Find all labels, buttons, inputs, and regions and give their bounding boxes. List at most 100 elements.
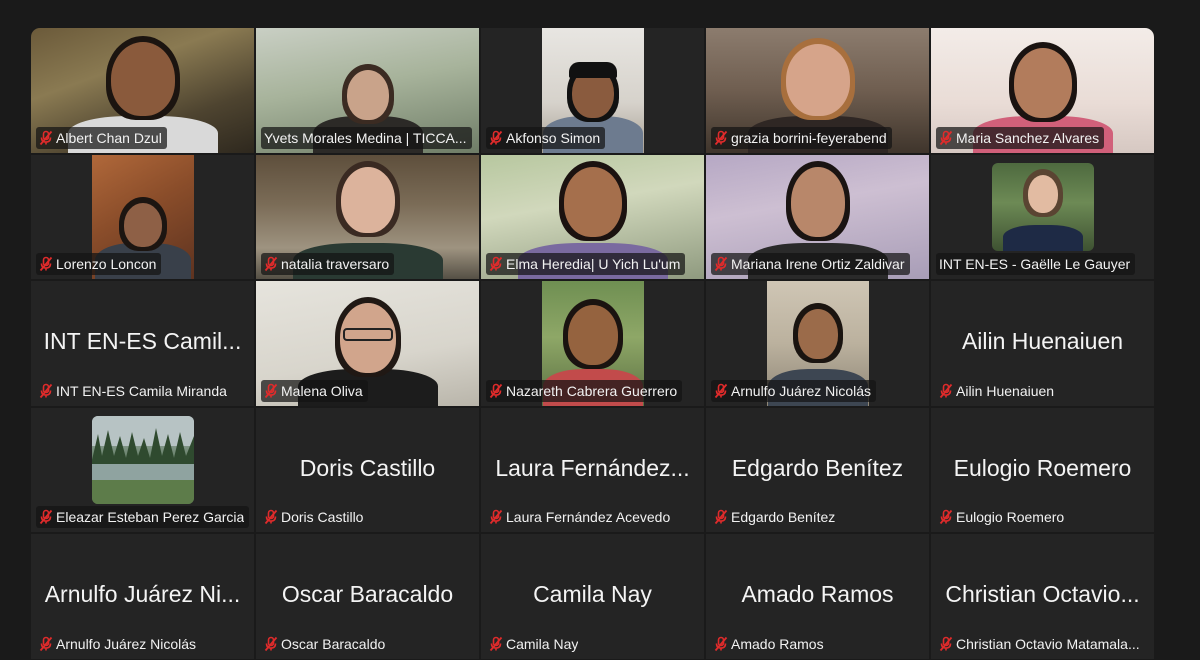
participant-video — [991, 162, 1094, 251]
mic-off-icon — [264, 636, 278, 652]
participant-tile[interactable]: Nazareth Cabrera Guerrero — [480, 280, 705, 407]
profile-picture-landscape — [91, 415, 194, 504]
participant-name: Elma Heredia| U Yich Lu'um — [506, 256, 681, 272]
participant-display-name: Eulogio Roemero — [953, 454, 1132, 481]
participant-figure — [1002, 163, 1083, 251]
mic-off-icon — [714, 256, 728, 272]
participant-name: Amado Ramos — [731, 635, 824, 652]
participant-display-name: Amado Ramos — [741, 581, 894, 607]
participant-tile[interactable]: Doris Castillo Doris Castillo — [255, 406, 480, 533]
participant-tile[interactable]: Eleazar Esteban Perez Garcia — [30, 406, 255, 533]
participant-tile[interactable]: Christian Octavio... Christian Octavio Ma… — [930, 533, 1155, 660]
participant-display-name: Ailin Huenaiuen — [961, 328, 1124, 354]
participant-tile[interactable]: INT EN-ES Camil... INT EN-ES Camila Miran… — [30, 280, 255, 407]
participant-name-label: INT EN-ES - Gaëlle Le Gauyer — [936, 253, 1136, 275]
participant-name-label: INT EN-ES Camila Miranda — [36, 380, 232, 402]
mic-off-icon — [39, 383, 53, 399]
participant-name: Arnulfo Juárez Nicolás — [731, 382, 872, 399]
participant-tile[interactable]: Laura Fernández... Laura Fernández Aceved… — [480, 406, 705, 533]
participant-tile[interactable]: Ailin Huenaiuen Ailin Huenaiuen — [930, 280, 1155, 407]
mic-off-icon — [264, 256, 278, 272]
participant-name-label: Doris Castillo — [261, 506, 368, 528]
participant-name: INT EN-ES - Gaëlle Le Gauyer — [939, 256, 1131, 272]
participant-tile[interactable]: Amado Ramos Amado Ramos — [705, 533, 930, 660]
participant-name-label: Malena Oliva — [261, 379, 368, 402]
participant-name-label: Arnulfo Juárez Nicolás — [711, 379, 877, 402]
participant-display-name: Camila Nay — [533, 581, 652, 607]
participant-name: Lorenzo Loncon — [56, 256, 157, 272]
participant-tile[interactable]: natalia traversaro — [255, 153, 480, 280]
participant-tile[interactable]: Lorenzo Loncon — [30, 153, 255, 280]
mic-off-icon — [39, 130, 53, 146]
mic-off-icon — [489, 130, 503, 146]
participant-name-label: Oscar Baracaldo — [261, 633, 390, 655]
participant-tile[interactable]: Albert Chan Dzul — [30, 27, 255, 154]
participant-tile[interactable]: Eulogio Roemero Eulogio Roemero — [930, 406, 1155, 533]
participant-display-name: Laura Fernández... — [495, 454, 690, 481]
participant-tile[interactable]: grazia borrini-feyerabend — [705, 27, 930, 154]
participant-tile[interactable]: Akfonso Simon — [480, 27, 705, 154]
participant-name: Malena Oliva — [281, 382, 363, 399]
participant-name: Yvets Morales Medina | TICCA... — [264, 129, 467, 146]
mic-off-icon — [489, 256, 503, 272]
participant-name-label: Akfonso Simon — [486, 126, 606, 149]
participant-tile[interactable]: Elma Heredia| U Yich Lu'um — [480, 153, 705, 280]
participant-name-label: Lorenzo Loncon — [36, 253, 162, 275]
participant-tile[interactable]: Mariana Irene Ortiz Zaldivar — [705, 153, 930, 280]
participant-name-label: Laura Fernández Acevedo — [486, 506, 675, 528]
participant-tile[interactable]: Oscar Baracaldo Oscar Baracaldo — [255, 533, 480, 660]
mic-off-icon — [489, 509, 503, 525]
mic-off-icon — [489, 383, 503, 399]
participant-name: Edgardo Benítez — [731, 509, 836, 525]
mic-off-icon — [264, 383, 278, 399]
participant-tile[interactable]: Yvets Morales Medina | TICCA... — [255, 27, 480, 154]
mic-off-icon — [939, 509, 953, 525]
participant-display-name: Edgardo Benítez — [731, 454, 904, 481]
participant-name: grazia borrini-feyerabend — [731, 129, 887, 146]
participant-name-label: Edgardo Benítez — [711, 506, 840, 528]
mic-off-icon — [939, 636, 953, 652]
participant-name-label: Eleazar Esteban Perez Garcia — [36, 506, 250, 528]
participant-name-label: Amado Ramos — [711, 633, 829, 655]
participant-display-name: Oscar Baracaldo — [281, 581, 454, 607]
participant-name: Eleazar Esteban Perez Garcia — [56, 509, 245, 525]
participant-display-name: Doris Castillo — [299, 454, 436, 481]
participant-name-label: Yvets Morales Medina | TICCA... — [261, 126, 472, 149]
participant-tile[interactable]: Malena Oliva — [255, 280, 480, 407]
participant-name: Mariana Irene Ortiz Zaldivar — [731, 256, 905, 272]
participant-tile[interactable]: Edgardo Benítez Edgardo Benítez — [705, 406, 930, 533]
mic-off-icon — [39, 509, 53, 525]
mic-off-icon — [264, 509, 278, 525]
participant-name: natalia traversaro — [281, 256, 390, 272]
participant-name: Doris Castillo — [281, 509, 364, 525]
participant-gallery: Albert Chan Dzul Yvets Morales Medina | T… — [30, 27, 1155, 660]
participant-name: Arnulfo Juárez Nicolás — [56, 635, 197, 652]
participant-name: Oscar Baracaldo — [281, 635, 386, 652]
mic-off-icon — [714, 509, 728, 525]
participant-tile[interactable]: Camila Nay Camila Nay — [480, 533, 705, 660]
participant-name: Camila Nay — [506, 635, 579, 652]
participant-tile[interactable]: Maria Sanchez Alvares — [930, 27, 1155, 154]
mic-off-icon — [939, 130, 953, 146]
participant-name-label: Nazareth Cabrera Guerrero — [486, 379, 683, 402]
participant-name: Laura Fernández Acevedo — [506, 509, 671, 525]
participant-video — [91, 415, 194, 504]
participant-name: Ailin Huenaiuen — [956, 382, 1055, 399]
participant-tile[interactable]: INT EN-ES - Gaëlle Le Gauyer — [930, 153, 1155, 280]
participant-name-label: Elma Heredia| U Yich Lu'um — [486, 253, 686, 275]
mic-off-icon — [714, 130, 728, 146]
participant-display-name: INT EN-ES Camil... — [43, 328, 242, 354]
participant-name-label: Ailin Huenaiuen — [936, 380, 1059, 402]
video-call-window: Albert Chan Dzul Yvets Morales Medina | T… — [0, 0, 1200, 660]
participant-name: Maria Sanchez Alvares — [956, 129, 1100, 146]
participant-name-label: Maria Sanchez Alvares — [936, 126, 1105, 149]
mic-off-icon — [489, 636, 503, 652]
participant-name: INT EN-ES Camila Miranda — [56, 382, 227, 399]
participant-tile[interactable]: Arnulfo Juárez Nicolás — [705, 280, 930, 407]
participant-name: Nazareth Cabrera Guerrero — [506, 382, 678, 399]
participant-name-label: grazia borrini-feyerabend — [711, 126, 892, 149]
mic-off-icon — [714, 636, 728, 652]
participant-display-name: Christian Octavio... — [945, 581, 1140, 607]
participant-tile[interactable]: Arnulfo Juárez Ni... Arnulfo Juárez Nicol… — [30, 533, 255, 660]
participant-name-label: Mariana Irene Ortiz Zaldivar — [711, 253, 910, 275]
